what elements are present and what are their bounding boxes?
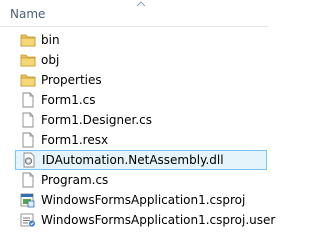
list-item-label: Form1.Designer.cs	[41, 113, 152, 127]
list-item[interactable]: Form1.cs	[15, 90, 265, 110]
dll-gear-icon	[23, 152, 35, 168]
list-item-label: WindowsFormsApplication1.csproj	[41, 193, 246, 207]
list-item-label: obj	[41, 53, 60, 67]
document-icon	[22, 92, 34, 108]
list-item-label: WindowsFormsApplication1.csproj.user	[41, 213, 276, 227]
list-item-label: Form1.cs	[41, 93, 96, 107]
list-item[interactable]: Form1.Designer.cs	[15, 110, 265, 130]
folder-icon	[20, 34, 36, 47]
name-column-header[interactable]: Name	[10, 7, 45, 21]
csproj-user-icon	[20, 213, 35, 227]
folder-icon	[20, 54, 36, 67]
list-item-label: Form1.resx	[41, 133, 109, 147]
list-item[interactable]: Program.cs	[15, 170, 265, 190]
list-item-label: Properties	[41, 73, 102, 87]
column-header: Name	[0, 0, 268, 27]
sort-ascending-icon	[136, 1, 146, 7]
header-divider	[0, 26, 268, 27]
list-item-label: Program.cs	[41, 173, 109, 187]
csproj-icon	[20, 193, 35, 208]
document-icon	[22, 172, 34, 188]
list-item[interactable]: WindowsFormsApplication1.csproj.user	[15, 210, 275, 230]
list-item[interactable]: Form1.resx	[15, 130, 265, 150]
list-item-label: IDAutomation.NetAssembly.dll	[42, 153, 224, 167]
list-item[interactable]: obj	[15, 50, 265, 70]
list-item[interactable]: WindowsFormsApplication1.csproj	[15, 190, 265, 210]
document-icon	[22, 132, 34, 148]
document-icon	[22, 112, 34, 128]
list-item[interactable]: bin	[15, 30, 265, 50]
folder-icon	[20, 74, 36, 87]
list-item[interactable]: Properties	[15, 70, 265, 90]
list-item-selected[interactable]: IDAutomation.NetAssembly.dll	[15, 150, 267, 170]
list-item-label: bin	[41, 33, 60, 47]
